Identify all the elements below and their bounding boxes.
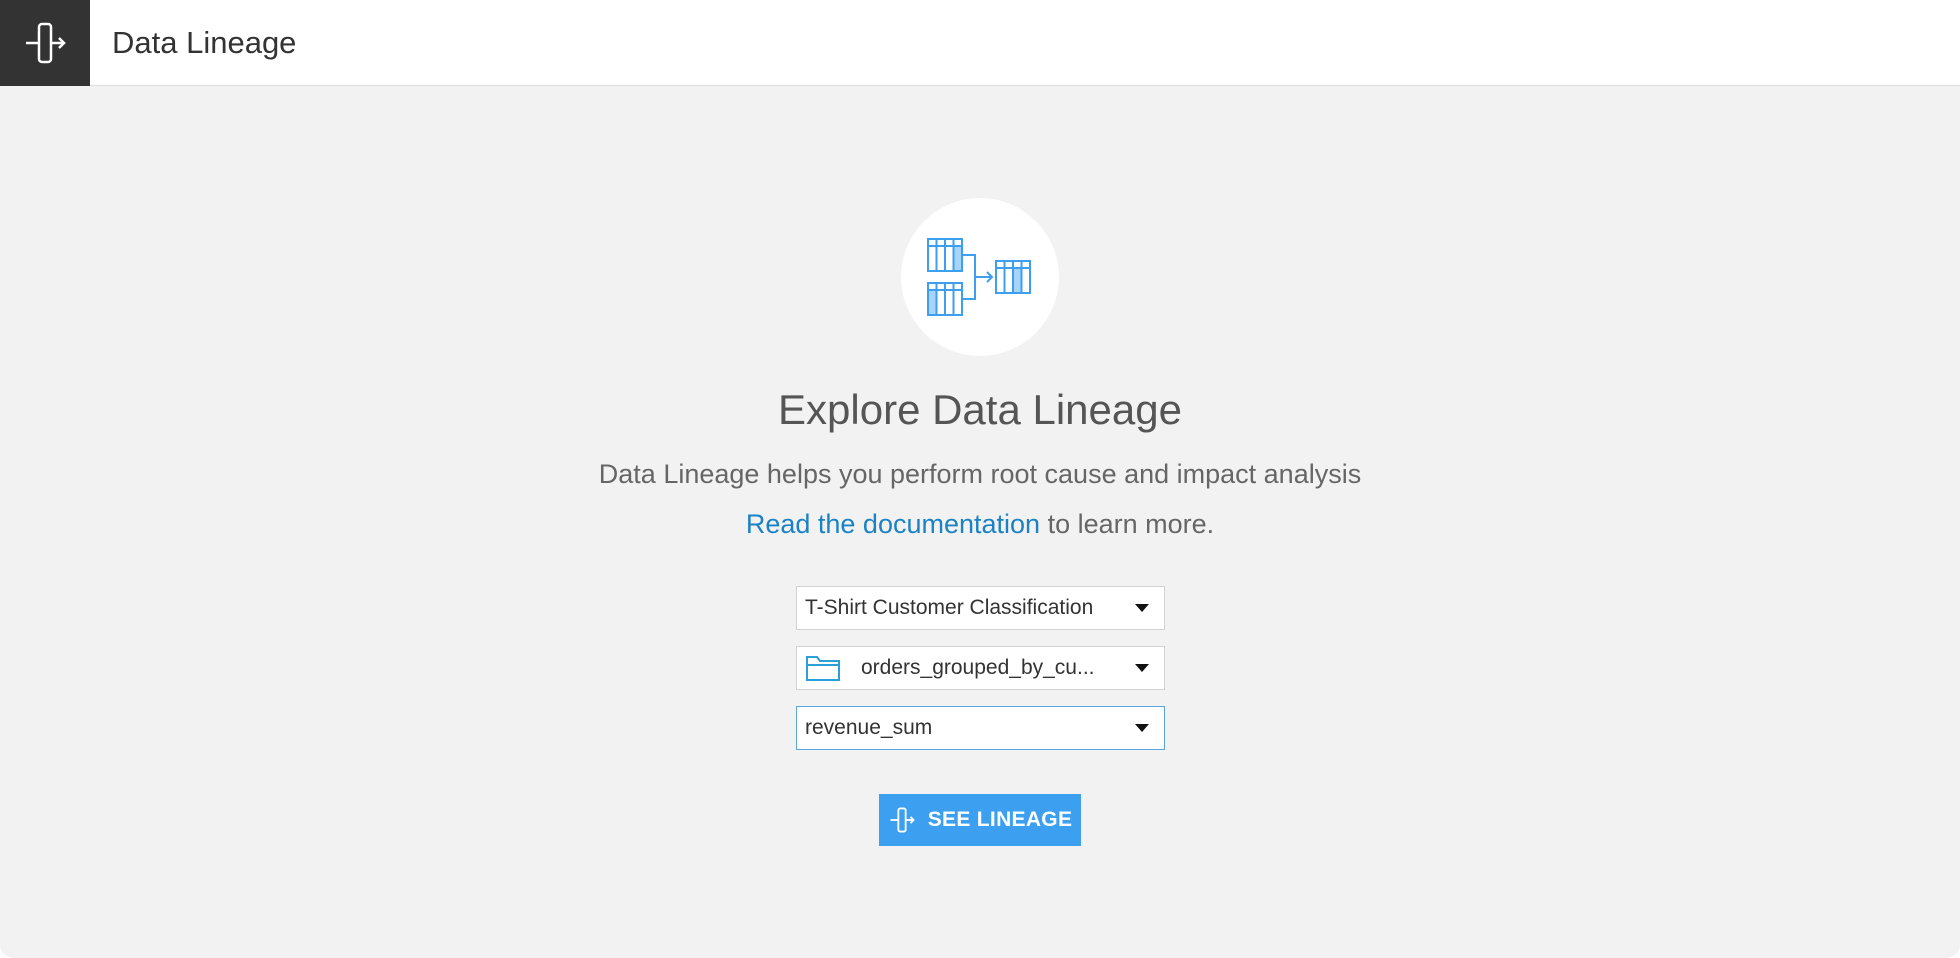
- main-content: Explore Data Lineage Data Lineage helps …: [0, 86, 1960, 958]
- see-lineage-label: SEE LINEAGE: [927, 808, 1073, 831]
- hero-doc-line: Read the documentation to learn more.: [0, 509, 1960, 540]
- page-title: Data Lineage: [112, 24, 297, 60]
- hero-illustration: [901, 198, 1059, 356]
- project-select-value: T-Shirt Customer Classification: [805, 596, 1094, 619]
- hero-subtitle: Data Lineage helps you perform root caus…: [598, 459, 1362, 489]
- dataset-select[interactable]: orders_grouped_by_cu...: [796, 646, 1165, 690]
- lineage-icon: [888, 806, 916, 834]
- data-lineage-illustration-icon: [927, 238, 1031, 316]
- doc-suffix-text: to learn more.: [1040, 509, 1215, 539]
- documentation-link[interactable]: Read the documentation: [746, 509, 1040, 539]
- chevron-down-icon: [1120, 647, 1164, 689]
- see-lineage-button[interactable]: SEE LINEAGE: [879, 794, 1081, 846]
- project-select[interactable]: T-Shirt Customer Classification: [796, 586, 1165, 630]
- dataset-select-value: orders_grouped_by_cu...: [861, 656, 1095, 679]
- column-select[interactable]: revenue_sum: [796, 706, 1165, 750]
- chevron-down-icon: [1120, 707, 1164, 749]
- folder-icon: [805, 652, 845, 684]
- column-select-value: revenue_sum: [805, 716, 933, 739]
- lineage-icon: [26, 22, 66, 63]
- top-header: Data Lineage: [0, 0, 1960, 86]
- app-window: Data Lineage Explore Data Lineage Data L…: [0, 0, 1960, 958]
- hero-title: Explore Data Lineage: [778, 386, 1182, 433]
- chevron-down-icon: [1120, 587, 1164, 629]
- header-lineage-button[interactable]: [0, 0, 90, 86]
